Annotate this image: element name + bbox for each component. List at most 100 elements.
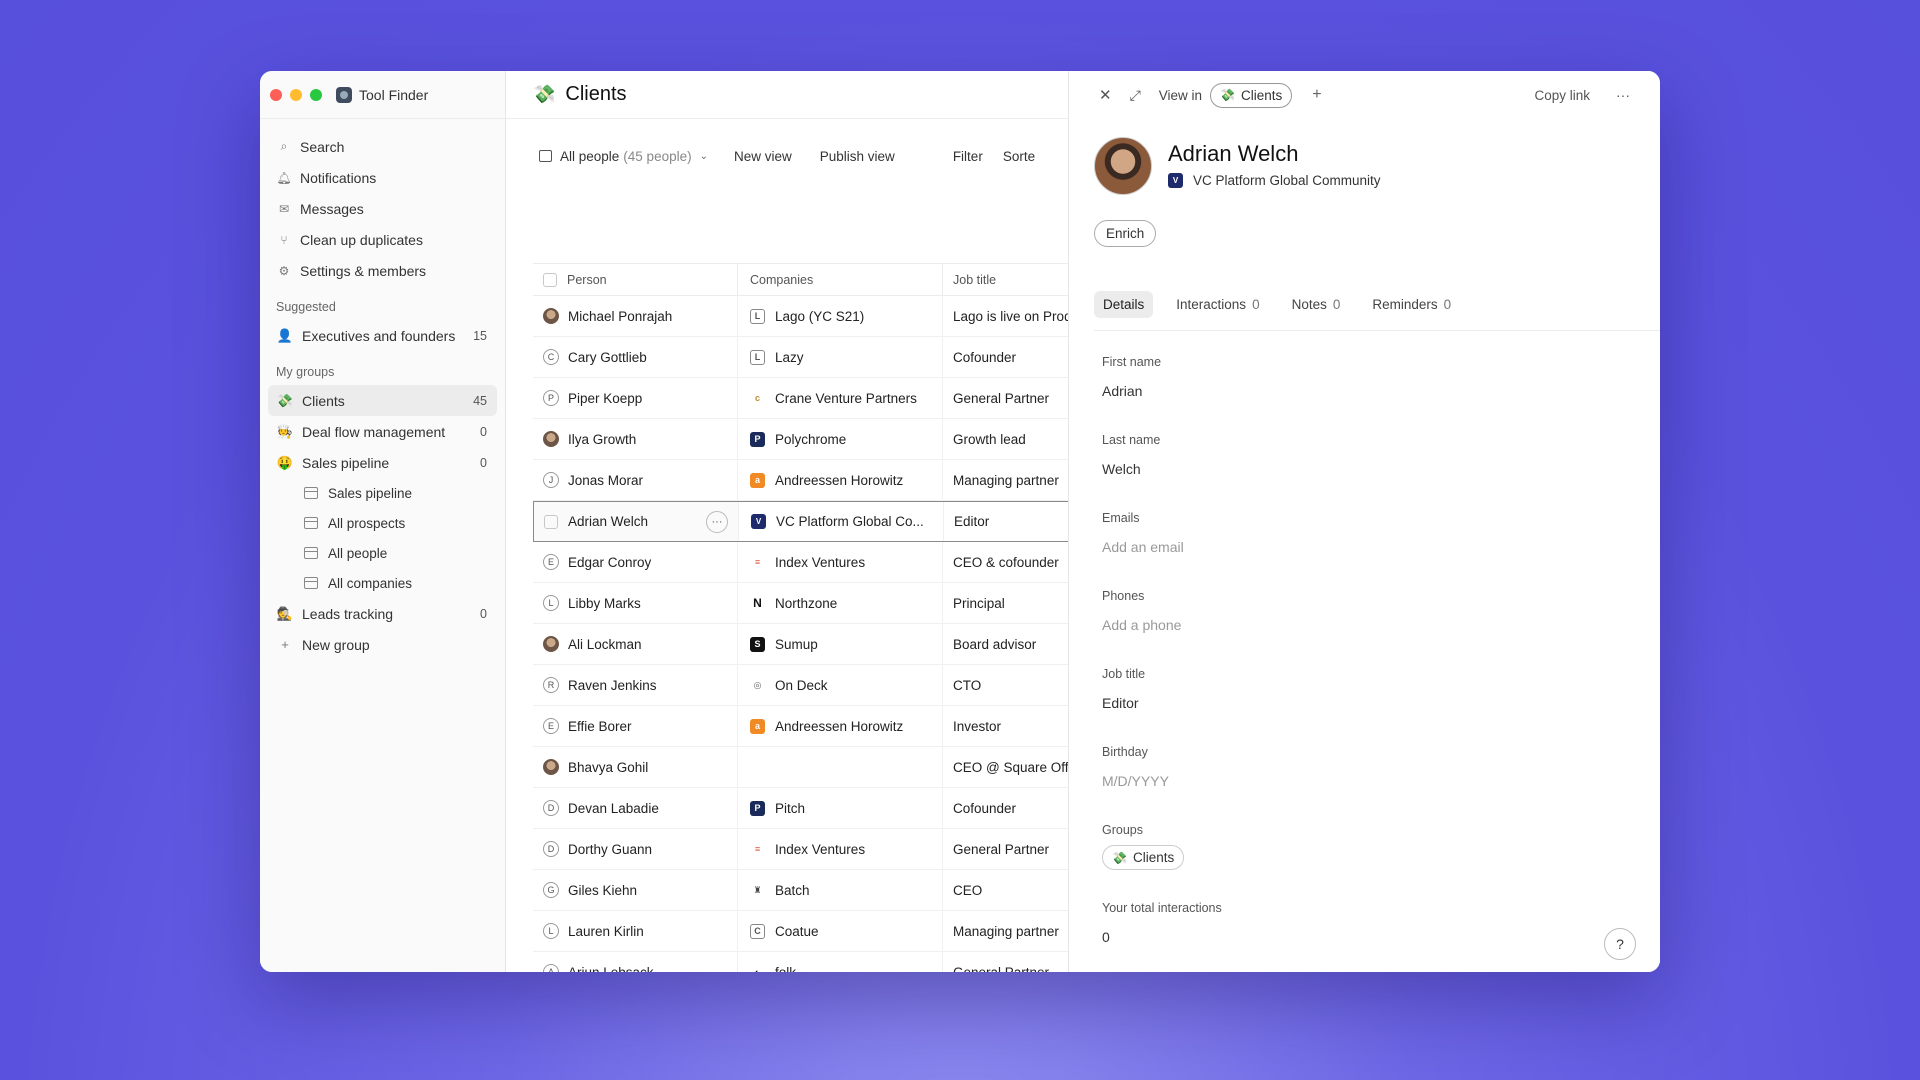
email-field[interactable]: Add an email <box>1102 539 1222 555</box>
table-row[interactable]: P Piper Koepp c Crane Venture Partners Gener… <box>533 378 1093 419</box>
chevron-down-icon[interactable]: ⌄ <box>700 151 708 162</box>
select-all-checkbox[interactable] <box>543 272 557 287</box>
person-cell[interactable]: R Raven Jenkins <box>533 665 738 705</box>
person-cell[interactable]: C Cary Gottlieb <box>533 337 738 377</box>
person-cell[interactable]: L Libby Marks <box>533 583 738 623</box>
sidebar-item-settings[interactable]: ⚙ Settings & members <box>268 255 497 286</box>
table-row[interactable]: C Cary Gottlieb L Lazy Cofounder <box>533 337 1093 378</box>
person-cell[interactable]: Ilya Growth <box>533 419 738 459</box>
first-name-field[interactable]: Adrian <box>1102 383 1222 399</box>
more-options-icon[interactable]: ··· <box>1616 87 1630 103</box>
table-row[interactable]: E Edgar Conroy ≡ Index Ventures CEO & cofoun… <box>533 542 1093 583</box>
sidebar-item-executives-and-founders[interactable]: 👤 Executives and founders 15 <box>268 320 497 351</box>
table-row[interactable]: A Arjun Lebsack ◐ folk General Partner <box>533 952 1093 972</box>
person-cell[interactable]: P Piper Koepp <box>533 378 738 418</box>
sidebar-subitem-sales-pipeline[interactable]: Sales pipeline <box>268 478 497 508</box>
table-row[interactable]: Ilya Growth P Polychrome Growth lead <box>533 419 1093 460</box>
row-more-options-button[interactable]: ··· <box>706 510 728 533</box>
tab-details[interactable]: Details <box>1094 290 1154 318</box>
sidebar-subitem-all-people[interactable]: All people <box>268 538 497 568</box>
company-cell[interactable]: c Crane Venture Partners <box>738 378 943 418</box>
close-window-button[interactable] <box>270 88 282 101</box>
row-checkbox[interactable] <box>544 514 558 529</box>
maximize-window-button[interactable] <box>310 88 322 101</box>
table-row[interactable]: J Jonas Morar a Andreessen Horowitz Managing… <box>533 460 1093 501</box>
birthday-field[interactable]: M/D/YYYY <box>1102 773 1222 789</box>
company-cell[interactable]: S Sumup <box>738 624 943 664</box>
publish-view-button[interactable]: Publish view <box>820 149 895 164</box>
sidebar-item-deal-flow-management[interactable]: 🧑‍🍳 Deal flow management 0 <box>268 416 497 447</box>
table-row[interactable]: Bhavya Gohil CEO @ Square Off <box>533 747 1093 788</box>
filter-button[interactable]: Filter <box>953 149 983 164</box>
person-cell[interactable]: E Effie Borer <box>533 706 738 746</box>
table-row[interactable]: Michael Ponrajah L Lago (YC S21) Lago is li… <box>533 296 1093 337</box>
last-name-field[interactable]: Welch <box>1102 461 1222 477</box>
group-chip-clients[interactable]: 💸 Clients <box>1102 845 1185 870</box>
sidebar-subitem-all-companies[interactable]: All companies <box>268 568 497 598</box>
job-title-field[interactable]: Editor <box>1102 695 1222 711</box>
column-header-companies[interactable]: Companies <box>738 264 943 295</box>
company-cell[interactable]: a Andreessen Horowitz <box>738 706 943 746</box>
table-row[interactable]: E Effie Borer a Andreessen Horowitz Investor <box>533 706 1093 747</box>
sidebar-item-messages[interactable]: ✉ Messages <box>268 193 497 224</box>
table-row[interactable]: Adrian Welch ··· V VC Platform Global Co...… <box>533 501 1093 542</box>
new-group-button[interactable]: + New group <box>268 629 497 660</box>
company-cell[interactable]: N Northzone <box>738 583 943 623</box>
company-cell[interactable]: L Lago (YC S21) <box>738 296 943 336</box>
close-icon[interactable]: ✕ <box>1099 86 1112 104</box>
person-cell[interactable]: L Lauren Kirlin <box>533 911 738 951</box>
sort-button[interactable]: Sorte <box>1003 149 1035 164</box>
table-row[interactable]: D Dorthy Guann ≡ Index Ventures General Part… <box>533 829 1093 870</box>
contact-company[interactable]: V VC Platform Global Community <box>1168 173 1381 188</box>
table-row[interactable]: Ali Lockman S Sumup Board advisor <box>533 624 1093 665</box>
company-cell[interactable]: ◐ folk <box>738 952 943 972</box>
company-cell[interactable]: ♜ Batch <box>738 870 943 910</box>
company-cell[interactable]: L Lazy <box>738 337 943 377</box>
person-cell[interactable]: Bhavya Gohil <box>533 747 738 787</box>
sidebar-item-clean-up-duplicates[interactable]: ⑂ Clean up duplicates <box>268 224 497 255</box>
company-cell[interactable]: C Coatue <box>738 911 943 951</box>
person-cell[interactable]: Adrian Welch ··· <box>534 502 739 541</box>
company-cell[interactable]: V VC Platform Global Co... <box>739 502 944 541</box>
company-cell[interactable] <box>738 747 943 787</box>
person-cell[interactable]: G Giles Kiehn <box>533 870 738 910</box>
workspace-name[interactable]: Tool Finder <box>359 87 428 103</box>
table-row[interactable]: L Libby Marks N Northzone Principal <box>533 583 1093 624</box>
person-cell[interactable]: E Edgar Conroy <box>533 542 738 582</box>
view-in-group-chip[interactable]: 💸 Clients <box>1210 82 1293 108</box>
company-cell[interactable]: ≡ Index Ventures <box>738 829 943 869</box>
company-cell[interactable]: P Polychrome <box>738 419 943 459</box>
company-cell[interactable]: ≡ Index Ventures <box>738 542 943 582</box>
sidebar-subitem-all-prospects[interactable]: All prospects <box>268 508 497 538</box>
company-cell[interactable]: P Pitch <box>738 788 943 828</box>
phone-field[interactable]: Add a phone <box>1102 617 1222 633</box>
sidebar-item-search[interactable]: ⌕ Search <box>268 131 497 162</box>
table-row[interactable]: R Raven Jenkins ◎ On Deck CTO <box>533 665 1093 706</box>
person-cell[interactable]: A Arjun Lebsack <box>533 952 738 972</box>
table-row[interactable]: G Giles Kiehn ♜ Batch CEO <box>533 870 1093 911</box>
company-cell[interactable]: ◎ On Deck <box>738 665 943 705</box>
sidebar-item-leads-tracking[interactable]: 🕵️ Leads tracking 0 <box>268 598 497 629</box>
tab-interactions[interactable]: Interactions 0 <box>1167 291 1268 318</box>
view-selector[interactable]: All people (45 people) <box>560 149 692 164</box>
column-header-person[interactable]: Person <box>533 264 738 295</box>
enrich-button[interactable]: Enrich <box>1094 220 1157 247</box>
tab-reminders[interactable]: Reminders 0 <box>1363 291 1460 318</box>
person-cell[interactable]: Ali Lockman <box>533 624 738 664</box>
person-cell[interactable]: Michael Ponrajah <box>533 296 738 336</box>
copy-link-button[interactable]: Copy link <box>1534 88 1590 103</box>
company-cell[interactable]: a Andreessen Horowitz <box>738 460 943 500</box>
new-view-button[interactable]: New view <box>734 149 792 164</box>
help-button[interactable]: ? <box>1604 928 1636 960</box>
person-cell[interactable]: D Dorthy Guann <box>533 829 738 869</box>
minimize-window-button[interactable] <box>290 88 302 101</box>
table-row[interactable]: D Devan Labadie P Pitch Cofounder <box>533 788 1093 829</box>
tab-notes[interactable]: Notes 0 <box>1283 291 1350 318</box>
person-cell[interactable]: D Devan Labadie <box>533 788 738 828</box>
sidebar-item-notifications[interactable]: 🔔︎ Notifications <box>268 162 497 193</box>
table-row[interactable]: L Lauren Kirlin C Coatue Managing partner <box>533 911 1093 952</box>
add-icon[interactable]: + <box>1312 86 1321 104</box>
expand-icon[interactable]: ⤢ <box>1130 87 1141 104</box>
person-cell[interactable]: J Jonas Morar <box>533 460 738 500</box>
sidebar-item-clients[interactable]: 💸 Clients 45 <box>268 385 497 416</box>
